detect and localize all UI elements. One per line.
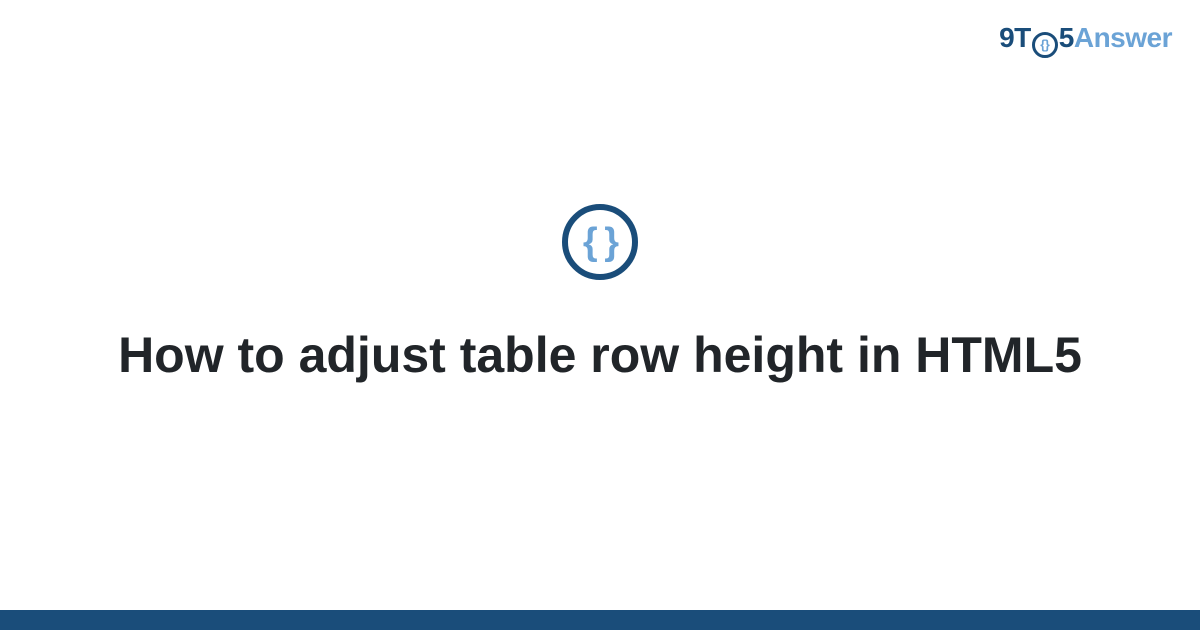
page-title: How to adjust table row height in HTML5 [118,324,1082,387]
code-braces-icon: { } [562,204,638,280]
main-content: { } How to adjust table row height in HT… [0,0,1200,630]
footer-bar [0,610,1200,630]
braces-glyph: { } [583,223,617,261]
